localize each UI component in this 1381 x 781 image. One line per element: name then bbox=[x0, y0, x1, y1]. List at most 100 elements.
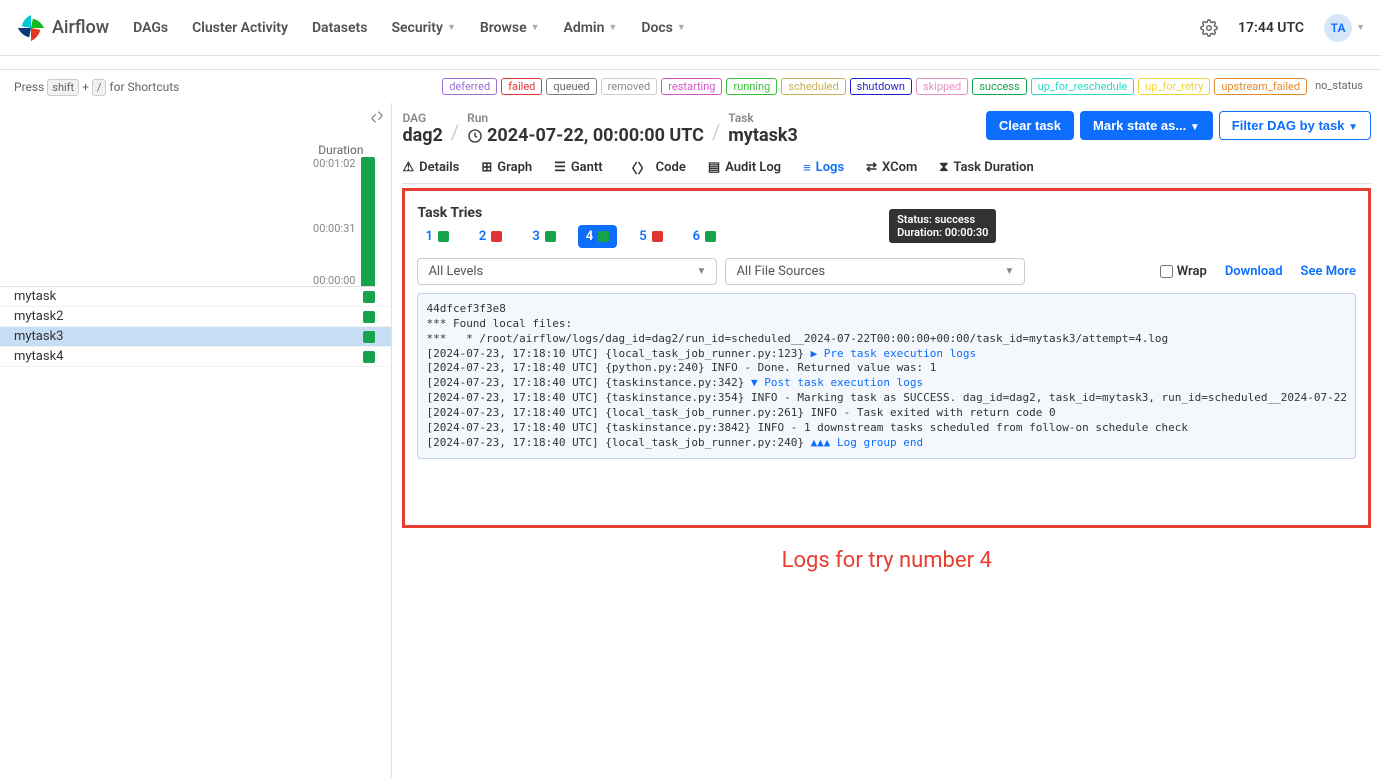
tab-logs[interactable]: ≡Logs bbox=[803, 158, 844, 177]
meta-row: Press shift + / for Shortcuts deferredfa… bbox=[0, 70, 1381, 103]
task-row[interactable]: mytask3 bbox=[0, 327, 391, 347]
collapse-icon[interactable] bbox=[369, 109, 385, 125]
logs-icon: ≡ bbox=[803, 160, 811, 176]
task-status-box[interactable] bbox=[363, 311, 375, 323]
log-group-link[interactable]: ▼ Post task execution logs bbox=[751, 376, 923, 389]
try-button-4[interactable]: 4 bbox=[578, 225, 617, 248]
try-button-1[interactable]: 1 bbox=[417, 225, 456, 248]
gear-icon[interactable] bbox=[1200, 19, 1218, 37]
clock-display[interactable]: 17:44 UTC bbox=[1238, 20, 1304, 36]
try-status-dot bbox=[652, 231, 663, 242]
details-icon: ⚠ bbox=[402, 160, 414, 175]
shortcuts-hint: Press shift + / for Shortcuts bbox=[14, 80, 179, 94]
try-tooltip: Status: success Duration: 00:00:30 bbox=[889, 209, 996, 243]
status-pill-none[interactable]: no_status bbox=[1311, 78, 1367, 95]
chevron-down-icon: ▼ bbox=[1348, 122, 1358, 133]
status-pill-deferred[interactable]: deferred bbox=[442, 78, 497, 95]
log-group-link[interactable]: ▲▲▲ Log group end bbox=[811, 436, 924, 449]
try-status-dot bbox=[438, 231, 449, 242]
run-duration-bar[interactable] bbox=[361, 157, 375, 287]
status-pill-upstream_failed[interactable]: upstream_failed bbox=[1214, 78, 1307, 95]
task-row[interactable]: mytask2 bbox=[0, 307, 391, 327]
chevron-down-icon: ▼ bbox=[1356, 22, 1365, 33]
task-row[interactable]: mytask bbox=[0, 287, 391, 307]
chevron-down-icon: ▼ bbox=[531, 22, 540, 33]
bc-task[interactable]: mytask3 bbox=[728, 125, 798, 146]
try-button-3[interactable]: 3 bbox=[524, 225, 563, 248]
status-pill-success[interactable]: success bbox=[972, 78, 1026, 95]
tab-gantt[interactable]: ☰Gantt bbox=[554, 158, 603, 177]
chevron-down-icon: ▼ bbox=[447, 22, 456, 33]
bc-label-dag: DAG bbox=[402, 111, 442, 125]
nav-item-dags[interactable]: DAGs bbox=[133, 20, 168, 36]
tab-code[interactable]: 〈〉Code bbox=[625, 158, 686, 177]
status-pill-failed[interactable]: failed bbox=[501, 78, 542, 95]
status-pill-queued[interactable]: queued bbox=[546, 78, 596, 95]
task-name: mytask4 bbox=[14, 349, 363, 364]
bc-run[interactable]: 2024-07-22, 00:00:00 UTC bbox=[467, 125, 704, 146]
status-pill-running[interactable]: running bbox=[726, 78, 777, 95]
status-pill-shutdown[interactable]: shutdown bbox=[850, 78, 912, 95]
graph-icon: ⊞ bbox=[481, 160, 492, 175]
tick-label: 00:00:31 bbox=[313, 222, 355, 235]
logo[interactable]: Airflow bbox=[16, 13, 109, 43]
tab-graph[interactable]: ⊞Graph bbox=[481, 158, 532, 177]
task-duration-icon: ⧗ bbox=[939, 160, 948, 175]
try-status-dot bbox=[705, 231, 716, 242]
nav-item-datasets[interactable]: Datasets bbox=[312, 20, 368, 36]
nav-item-browse[interactable]: Browse▼ bbox=[480, 20, 540, 36]
task-status-box[interactable] bbox=[363, 351, 375, 363]
try-button-6[interactable]: 6 bbox=[685, 225, 724, 248]
chevron-down-icon: ▼ bbox=[677, 22, 686, 33]
nav-item-docs[interactable]: Docs▼ bbox=[641, 20, 685, 36]
nav-item-admin[interactable]: Admin▼ bbox=[564, 20, 618, 36]
task-status-box[interactable] bbox=[363, 331, 375, 343]
tab-xcom[interactable]: ⇄XCom bbox=[866, 158, 917, 177]
chevron-down-icon: ▼ bbox=[608, 22, 617, 33]
task-tries-label: Task Tries bbox=[417, 205, 724, 221]
log-line: [2024-07-23, 17:18:40 UTC] {local_task_j… bbox=[426, 406, 1347, 421]
tab-audit-log[interactable]: ▤Audit Log bbox=[708, 158, 781, 177]
file-source-select[interactable]: All File Sources▼ bbox=[725, 258, 1025, 285]
filter-row bbox=[0, 56, 1381, 70]
chevron-down-icon: ▼ bbox=[697, 266, 707, 277]
clear-task-button[interactable]: Clear task bbox=[986, 111, 1074, 140]
try-button-5[interactable]: 5 bbox=[631, 225, 670, 248]
logo-text: Airflow bbox=[52, 17, 109, 38]
log-line: *** Found local files: bbox=[426, 317, 1347, 332]
status-pill-removed[interactable]: removed bbox=[601, 78, 658, 95]
log-group-link[interactable]: ▶ Pre task execution logs bbox=[811, 347, 977, 360]
status-pill-restarting[interactable]: restarting bbox=[661, 78, 722, 95]
status-pill-skipped[interactable]: skipped bbox=[916, 78, 968, 95]
status-pill-up_for_reschedule[interactable]: up_for_reschedule bbox=[1031, 78, 1135, 95]
try-button-2[interactable]: 2 bbox=[471, 225, 510, 248]
avatar: TA bbox=[1324, 14, 1352, 42]
status-pill-scheduled[interactable]: scheduled bbox=[781, 78, 845, 95]
nav-item-cluster-activity[interactable]: Cluster Activity bbox=[192, 20, 288, 36]
log-level-select[interactable]: All Levels▼ bbox=[417, 258, 717, 285]
bc-label-task: Task bbox=[728, 111, 798, 125]
filter-dag-button[interactable]: Filter DAG by task ▼ bbox=[1219, 111, 1371, 140]
task-status-box[interactable] bbox=[363, 291, 375, 303]
annotation-text: Logs for try number 4 bbox=[402, 548, 1371, 573]
duration-header: Duration bbox=[0, 143, 391, 157]
wrap-checkbox[interactable]: Wrap bbox=[1160, 264, 1207, 279]
status-pill-up_for_retry[interactable]: up_for_retry bbox=[1138, 78, 1210, 95]
airflow-pinwheel-icon bbox=[16, 13, 46, 43]
bc-dag[interactable]: dag2 bbox=[402, 125, 442, 146]
tab-task-duration[interactable]: ⧗Task Duration bbox=[939, 158, 1034, 177]
log-line: *** * /root/airflow/logs/dag_id=dag2/run… bbox=[426, 332, 1347, 347]
task-row[interactable]: mytask4 bbox=[0, 347, 391, 367]
mark-state-button[interactable]: Mark state as... ▼ bbox=[1080, 111, 1213, 140]
chevron-down-icon: ▼ bbox=[1190, 122, 1200, 133]
download-link[interactable]: Download bbox=[1225, 264, 1283, 279]
task-name: mytask3 bbox=[14, 329, 363, 344]
user-menu[interactable]: TA ▼ bbox=[1324, 14, 1365, 42]
see-more-link[interactable]: See More bbox=[1301, 264, 1356, 279]
log-line: [2024-07-23, 17:18:40 UTC] {python.py:24… bbox=[426, 361, 1347, 376]
nav-item-security[interactable]: Security▼ bbox=[391, 20, 455, 36]
try-status-dot bbox=[598, 231, 609, 242]
log-output[interactable]: 44dfcef3f3e8*** Found local files:*** * … bbox=[417, 293, 1356, 459]
tab-details[interactable]: ⚠Details bbox=[402, 158, 459, 177]
log-line: [2024-07-23, 17:18:40 UTC] {taskinstance… bbox=[426, 391, 1347, 406]
